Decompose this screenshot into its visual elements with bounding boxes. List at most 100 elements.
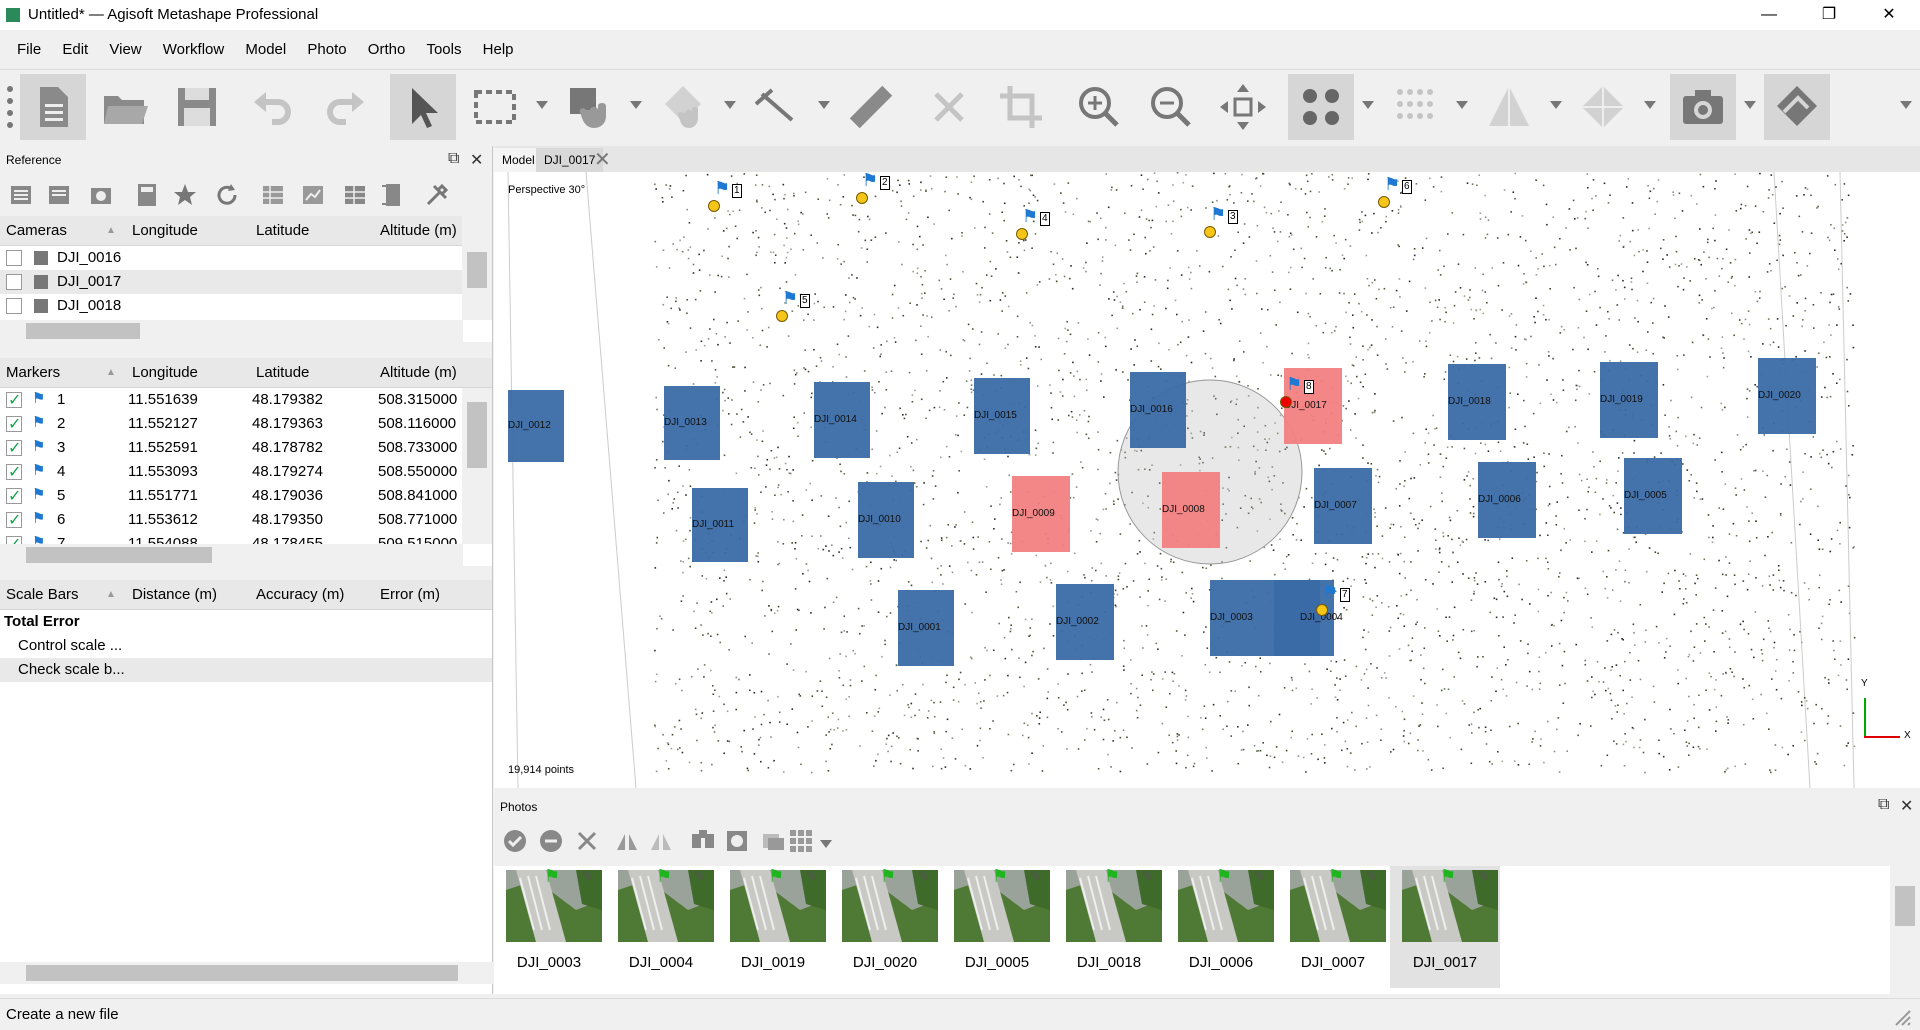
new-document-button[interactable]: [20, 74, 86, 140]
dense-cloud-button[interactable]: [1382, 74, 1448, 140]
marker-checkbox[interactable]: [6, 510, 22, 530]
marker-point-icon[interactable]: [1280, 396, 1292, 408]
import-reference-icon[interactable]: [8, 182, 34, 208]
reset-view-button[interactable]: [1210, 74, 1276, 140]
scroll-thumb[interactable]: [26, 323, 140, 339]
photo-thumbnail[interactable]: ⚑ ✎ DJI_0019: [718, 866, 828, 988]
table-row[interactable]: DJI_0016: [0, 246, 492, 270]
close-button[interactable]: ✕: [1860, 0, 1918, 30]
scroll-thumb[interactable]: [467, 402, 487, 468]
col-longitude[interactable]: Longitude: [132, 222, 198, 239]
open-button[interactable]: [92, 74, 158, 140]
camera-reference-icon[interactable]: [88, 182, 114, 208]
chevron-down-icon[interactable]: [820, 840, 832, 850]
col-distance[interactable]: Distance (m): [132, 586, 217, 603]
camera-checkbox[interactable]: [6, 298, 22, 314]
photo-thumbnail[interactable]: ⚑ ✎ DJI_0020: [830, 866, 940, 988]
photo-thumbnail[interactable]: ⚑ ✎ DJI_0018: [1054, 866, 1164, 988]
chevron-down-icon[interactable]: [1644, 101, 1656, 111]
markers-horizontal-scrollbar[interactable]: [0, 544, 463, 566]
undo-button[interactable]: [240, 74, 306, 140]
camera-checkbox[interactable]: [6, 274, 22, 290]
draw-polyline-button[interactable]: [744, 74, 810, 140]
table-view-icon[interactable]: [260, 182, 286, 208]
col-scale-bars[interactable]: Scale Bars: [6, 586, 79, 603]
table-row[interactable]: ⚑ 6 11.553612 48.179350 508.771000: [0, 508, 492, 532]
export-reference-icon[interactable]: [46, 182, 72, 208]
marker-point-icon[interactable]: [1016, 228, 1028, 240]
col-latitude[interactable]: Latitude: [256, 222, 309, 239]
col-latitude[interactable]: Latitude: [256, 364, 309, 381]
filter-photos-icon[interactable]: [690, 828, 716, 854]
marker-point-icon[interactable]: [1316, 604, 1328, 616]
settings-list-icon[interactable]: [380, 182, 406, 208]
reset-filter-icon[interactable]: [724, 828, 750, 854]
marker-point-icon[interactable]: [856, 192, 868, 204]
photo-thumbnail[interactable]: ⚑ ✎ DJI_0017: [1390, 866, 1500, 988]
model-view[interactable]: Perspective 30° 19,914 points DJI_0012 DJ…: [494, 172, 1920, 788]
col-cameras[interactable]: Cameras: [6, 222, 67, 239]
toolbar-grip-icon[interactable]: [6, 83, 14, 133]
photos-vertical-scrollbar[interactable]: [1890, 866, 1920, 994]
scroll-thumb[interactable]: [1895, 886, 1915, 926]
scroll-thumb[interactable]: [26, 547, 212, 563]
chevron-down-icon[interactable]: [1550, 101, 1562, 111]
photo-thumbnail[interactable]: ⚑ ✎ DJI_0004: [606, 866, 716, 988]
marker-point-icon[interactable]: [708, 200, 720, 212]
chevron-down-icon[interactable]: [1900, 101, 1912, 111]
cameras-vertical-scrollbar[interactable]: [462, 216, 492, 320]
cameras-horizontal-scrollbar[interactable]: [0, 320, 463, 342]
rotate-right-icon[interactable]: [614, 828, 640, 854]
menu-tools[interactable]: Tools: [417, 30, 469, 58]
photo-thumbnail[interactable]: ⚑ ✎ DJI_0006: [1166, 866, 1276, 988]
undock-icon[interactable]: ⧉: [448, 150, 459, 168]
ruler-button[interactable]: [838, 74, 904, 140]
zoom-out-button[interactable]: [1138, 74, 1204, 140]
marker-checkbox[interactable]: [6, 390, 22, 410]
marker-checkbox[interactable]: [6, 414, 22, 434]
table-row[interactable]: ⚑ 3 11.552591 48.178782 508.733000: [0, 436, 492, 460]
photo-thumbnail[interactable]: ⚑ ✎ DJI_0007: [1278, 866, 1388, 988]
marker-point-icon[interactable]: [776, 310, 788, 322]
menu-help[interactable]: Help: [474, 30, 522, 58]
scalebars-horizontal-scrollbar[interactable]: [0, 962, 493, 984]
tiled-model-button[interactable]: [1570, 74, 1636, 140]
menu-model[interactable]: Model: [236, 30, 294, 58]
markers-vertical-scrollbar[interactable]: [462, 388, 492, 544]
marker-checkbox[interactable]: [6, 438, 22, 458]
refresh-icon[interactable]: [214, 182, 240, 208]
redo-button[interactable]: [312, 74, 378, 140]
table-row[interactable]: Control scale ...: [0, 634, 492, 658]
marker-point-icon[interactable]: [1204, 226, 1216, 238]
menu-file[interactable]: File: [8, 30, 49, 58]
crop-selection-button[interactable]: [988, 74, 1054, 140]
star-icon[interactable]: [172, 182, 198, 208]
total-error-row[interactable]: Total Error: [0, 610, 492, 634]
save-button[interactable]: [164, 74, 230, 140]
undock-icon[interactable]: ⧉: [1878, 796, 1889, 814]
close-icon[interactable]: ✕: [1900, 796, 1913, 816]
move-region-button[interactable]: [556, 74, 622, 140]
scroll-thumb[interactable]: [467, 252, 487, 288]
chevron-down-icon[interactable]: [630, 101, 642, 111]
col-longitude[interactable]: Longitude: [132, 364, 198, 381]
show-cameras-button[interactable]: [1288, 74, 1354, 140]
table-grid-icon[interactable]: [342, 182, 368, 208]
scroll-thumb[interactable]: [26, 965, 458, 981]
chevron-down-icon[interactable]: [1362, 101, 1374, 111]
grid-view-icon[interactable]: [788, 828, 814, 854]
calculator-icon[interactable]: [134, 182, 160, 208]
table-row[interactable]: DJI_0017: [0, 270, 492, 294]
remove-camera-icon[interactable]: [574, 828, 600, 854]
table-row[interactable]: ⚑ 7 11.554088 48.178455 509.515000: [0, 532, 492, 544]
menu-view[interactable]: View: [100, 30, 149, 58]
marker-checkbox[interactable]: [6, 534, 22, 544]
col-error[interactable]: Error (m): [380, 586, 440, 603]
menu-ortho[interactable]: Ortho: [359, 30, 414, 58]
marker-checkbox[interactable]: [6, 486, 22, 506]
table-row[interactable]: ⚑ 5 11.551771 48.179036 508.841000: [0, 484, 492, 508]
marker-checkbox[interactable]: [6, 462, 22, 482]
enable-camera-icon[interactable]: [502, 828, 528, 854]
delete-selection-button[interactable]: [916, 74, 982, 140]
col-accuracy[interactable]: Accuracy (m): [256, 586, 344, 603]
